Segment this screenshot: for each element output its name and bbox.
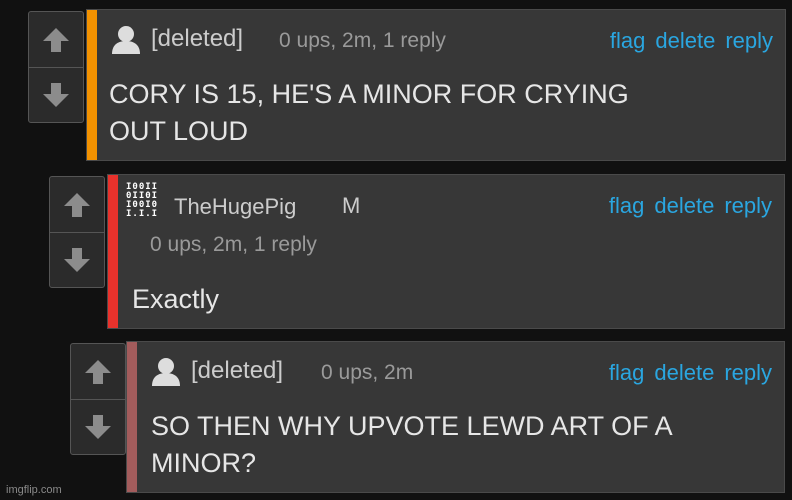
vote-box	[49, 176, 105, 288]
vote-box	[70, 343, 126, 455]
arrow-down-icon	[85, 414, 111, 439]
upvote-button[interactable]	[71, 344, 125, 400]
binary-avatar-icon: I00II 0II0I I00I0 I.I.I	[126, 182, 159, 219]
comment-meta: 0 ups, 2m	[321, 361, 414, 384]
user-silhouette-icon	[112, 26, 140, 54]
comment-card: [deleted] 0 ups, 2m, 1 reply flag delete…	[86, 9, 786, 161]
upvote-button[interactable]	[29, 12, 83, 68]
username[interactable]: TheHugePig	[174, 194, 296, 220]
arrow-up-icon	[43, 27, 69, 52]
comment-card: I00II 0II0I I00I0 I.I.I TheHugePig M fla…	[107, 174, 785, 329]
comment-card: [deleted] 0 ups, 2m flag delete reply SO…	[126, 341, 785, 493]
username[interactable]: [deleted]	[151, 25, 243, 53]
vote-box	[28, 11, 84, 123]
arrow-up-icon	[85, 359, 111, 384]
username[interactable]: [deleted]	[191, 357, 283, 385]
thread-bar	[127, 342, 137, 492]
reply-link[interactable]: reply	[724, 193, 772, 219]
arrow-up-icon	[64, 192, 90, 217]
downvote-button[interactable]	[29, 67, 83, 122]
flag-link[interactable]: flag	[610, 28, 645, 54]
comment-body: Exactly	[132, 284, 220, 314]
downvote-button[interactable]	[50, 232, 104, 287]
user-flair: M	[342, 193, 361, 218]
delete-link[interactable]: delete	[655, 28, 715, 54]
reply-link[interactable]: reply	[724, 360, 772, 386]
delete-link[interactable]: delete	[654, 193, 714, 219]
arrow-down-icon	[64, 247, 90, 272]
comment-meta: 0 ups, 2m, 1 reply	[279, 29, 446, 52]
comment-body: SO THEN WHY UPVOTE LEWD ART OF A MINOR?	[151, 411, 673, 478]
downvote-button[interactable]	[71, 399, 125, 454]
reply-link[interactable]: reply	[725, 28, 773, 54]
arrow-down-icon	[43, 82, 69, 107]
thread-bar	[87, 10, 97, 160]
delete-link[interactable]: delete	[654, 360, 714, 386]
user-silhouette-icon	[152, 358, 180, 386]
comment-meta: 0 ups, 2m, 1 reply	[150, 233, 317, 256]
watermark: imgflip.com	[6, 484, 62, 496]
thread-bar	[108, 175, 118, 328]
upvote-button[interactable]	[50, 177, 104, 233]
comment-body: CORY IS 15, HE'S A MINOR FOR CRYING OUT …	[109, 79, 629, 146]
flag-link[interactable]: flag	[609, 360, 644, 386]
flag-link[interactable]: flag	[609, 193, 644, 219]
